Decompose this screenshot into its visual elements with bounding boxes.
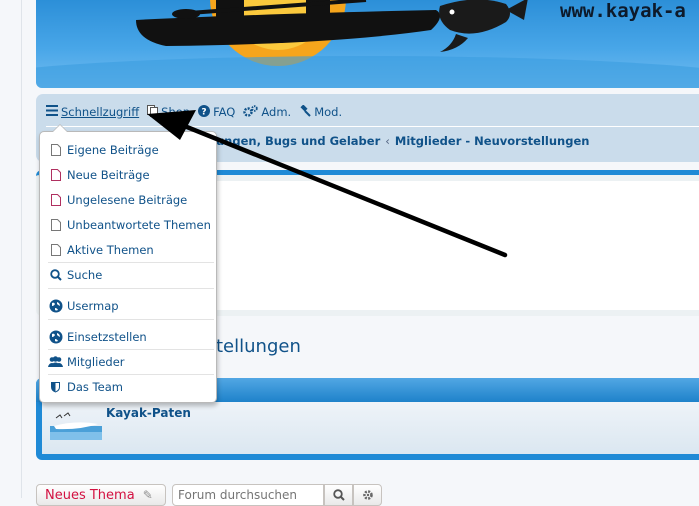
nav-links-row: Schnellzugriff Shop ? FAQ Adm. Mod. xyxy=(46,103,350,120)
shield-icon xyxy=(48,381,63,393)
pencil-icon: ✎ xyxy=(142,488,153,502)
search-icon xyxy=(48,269,63,281)
file-icon xyxy=(48,194,63,206)
svg-text:?: ? xyxy=(201,107,206,117)
globe-icon xyxy=(48,330,63,344)
file-icon xyxy=(48,219,63,231)
shop-link[interactable]: Shop xyxy=(147,104,191,120)
menu-item-usermap[interactable]: Usermap xyxy=(48,293,214,319)
file-icon xyxy=(48,244,63,256)
menu-separator xyxy=(48,319,214,320)
breadcrumb: ungen, Bugs und Gelaber ‹ Mitglieder - Neu… xyxy=(216,134,589,148)
gears-icon xyxy=(243,104,259,120)
menu-item-label: Neue Beiträge xyxy=(67,168,150,182)
dropdown-pointer xyxy=(52,124,68,132)
quick-access-menu-button[interactable]: Schnellzugriff xyxy=(46,105,139,119)
moderator-label: Mod. xyxy=(314,105,343,119)
shop-label: Shop xyxy=(161,105,191,119)
menu-item-active-topics[interactable]: Aktive Themen xyxy=(48,238,214,262)
quick-access-label: Schnellzugriff xyxy=(61,105,140,119)
menu-item-unread-posts[interactable]: Ungelesene Beiträge xyxy=(48,188,214,212)
menu-item-label: Einsetzstellen xyxy=(67,330,147,344)
copy-icon xyxy=(147,104,159,120)
menu-item-search[interactable]: Suche xyxy=(48,263,214,287)
menu-item-label: Usermap xyxy=(67,299,119,313)
forum-search-input[interactable] xyxy=(172,484,324,506)
quick-access-dropdown: Eigene Beiträge Neue Beiträge Ungelesene… xyxy=(39,124,217,403)
menu-item-own-posts[interactable]: Eigene Beiträge xyxy=(48,138,214,162)
file-icon xyxy=(48,144,63,156)
menu-item-label: Das Team xyxy=(67,380,123,394)
menu-separator xyxy=(48,288,214,289)
new-topic-label: Neues Thema xyxy=(45,487,135,503)
menu-item-new-posts[interactable]: Neue Beiträge xyxy=(48,163,214,187)
navbar-divider xyxy=(46,126,699,127)
faq-label: FAQ xyxy=(213,105,236,119)
menu-item-unanswered-topics[interactable]: Unbeantwortete Themen xyxy=(48,213,214,237)
advanced-search-button[interactable] xyxy=(353,484,382,506)
file-icon xyxy=(48,169,63,181)
breadcrumb-forum[interactable]: ungen, Bugs und Gelaber xyxy=(216,134,380,148)
menu-item-label: Aktive Themen xyxy=(67,243,154,257)
menu-item-label: Unbeantwortete Themen xyxy=(67,218,211,232)
search-icon xyxy=(332,489,345,501)
menu-item-launch-sites[interactable]: Einsetzstellen xyxy=(48,324,214,350)
admin-link[interactable]: Adm. xyxy=(243,104,292,120)
site-header-banner[interactable]: www.kayak-a xyxy=(36,0,699,88)
forum-row-name[interactable]: Kayak-Paten xyxy=(106,406,191,420)
menu-item-label: Suche xyxy=(67,268,103,282)
left-rail xyxy=(0,0,22,498)
new-topic-button[interactable]: Neues Thema ✎ xyxy=(36,484,166,506)
faq-link[interactable]: ? FAQ xyxy=(198,104,236,120)
menu-item-label: Mitglieder xyxy=(67,355,125,369)
menu-item-label: Eigene Beiträge xyxy=(67,143,159,157)
breadcrumb-subforum[interactable]: Mitglieder - Neuvorstellungen xyxy=(395,134,590,148)
question-circle-icon: ? xyxy=(198,104,211,120)
moderator-link[interactable]: Mod. xyxy=(299,103,343,120)
menu-item-team[interactable]: Das Team xyxy=(48,375,214,399)
users-icon xyxy=(48,356,63,368)
globe-icon xyxy=(48,299,63,313)
gear-icon xyxy=(362,490,373,500)
admin-label: Adm. xyxy=(261,105,292,119)
site-url-logo-text: www.kayak-a xyxy=(560,0,686,22)
hamburger-icon xyxy=(46,105,58,119)
forum-row[interactable]: Kayak-Paten xyxy=(42,402,699,454)
forum-kayak-icon xyxy=(50,412,102,440)
gavel-icon xyxy=(299,103,311,120)
forum-title[interactable]: tellungen xyxy=(216,336,301,357)
chevron-left-icon: ‹ xyxy=(385,134,390,148)
menu-item-label: Ungelesene Beiträge xyxy=(67,193,188,207)
search-button[interactable] xyxy=(324,484,353,506)
menu-item-members[interactable]: Mitglieder xyxy=(48,350,214,374)
